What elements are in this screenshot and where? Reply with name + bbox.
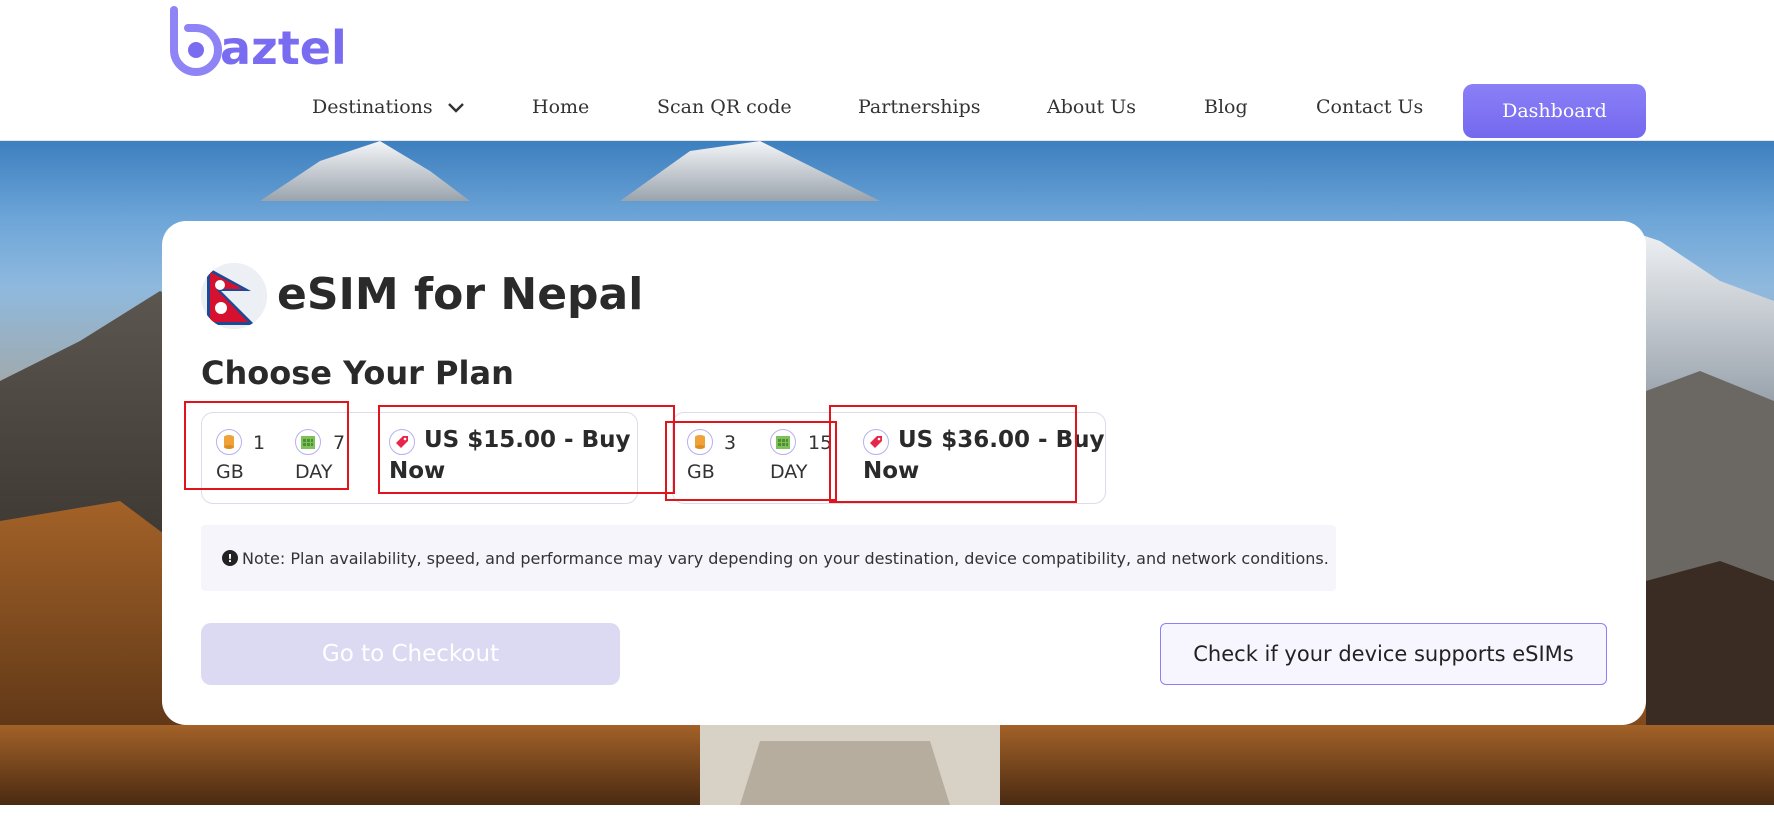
- price-tag-icon: [389, 429, 415, 455]
- plan-2-buy-now: Now: [863, 458, 920, 484]
- chevron-down-icon: [447, 97, 465, 119]
- plan-note-text: Note: Plan availability, speed, and perf…: [242, 548, 1329, 568]
- nav-destinations[interactable]: Destinations: [312, 96, 465, 119]
- main-nav: Destinations Home Scan QR code Partnersh…: [0, 84, 1774, 138]
- nav-home[interactable]: Home: [532, 96, 589, 118]
- nav-about-us[interactable]: About Us: [1047, 96, 1136, 118]
- site-header: aztel Destinations Home Scan QR code Par…: [0, 0, 1774, 141]
- data-icon: [687, 429, 713, 455]
- plan-1-data-value: 1: [253, 432, 266, 454]
- plan-option-2[interactable]: 3 GB 15 DAY US $36.00 - Buy Now: [672, 412, 1106, 504]
- brand-logo[interactable]: aztel: [168, 4, 347, 76]
- plan-card: eSIM for Nepal Choose Your Plan 1 GB 7 D…: [162, 221, 1646, 725]
- calendar-icon: [295, 429, 321, 455]
- plan-1-days-value: 7: [333, 432, 346, 454]
- plan-1-price: US $15.00 - Buy: [424, 427, 631, 453]
- exclamation-circle-icon: !: [222, 550, 238, 566]
- nepal-flag-icon: [201, 263, 267, 329]
- price-tag-icon: [863, 429, 889, 455]
- dashboard-button[interactable]: Dashboard: [1463, 84, 1646, 138]
- plan-2-days-value: 15: [808, 432, 833, 454]
- plan-1-data-unit: GB: [216, 461, 244, 483]
- brand-name: aztel: [220, 21, 347, 75]
- nav-scan-qr[interactable]: Scan QR code: [657, 96, 792, 118]
- plan-2-days-unit: DAY: [770, 461, 808, 483]
- page-title: eSIM for Nepal: [277, 269, 644, 320]
- nav-blog[interactable]: Blog: [1204, 96, 1248, 118]
- page-bottom-strip: [0, 805, 1774, 838]
- nav-partnerships[interactable]: Partnerships: [858, 96, 981, 118]
- plan-2-data-unit: GB: [687, 461, 715, 483]
- choose-plan-heading: Choose Your Plan: [201, 354, 514, 392]
- check-device-esim-button[interactable]: Check if your device supports eSIMs: [1160, 623, 1607, 685]
- nav-destinations-label: Destinations: [312, 96, 433, 118]
- data-icon: [216, 429, 242, 455]
- go-to-checkout-button[interactable]: Go to Checkout: [201, 623, 620, 685]
- plan-1-days-unit: DAY: [295, 461, 333, 483]
- plan-note: ! Note: Plan availability, speed, and pe…: [201, 525, 1336, 591]
- plan-2-price: US $36.00 - Buy: [898, 427, 1105, 453]
- plan-1-buy-now: Now: [389, 458, 446, 484]
- nav-contact-us[interactable]: Contact Us: [1316, 96, 1423, 118]
- plan-2-data-value: 3: [724, 432, 737, 454]
- calendar-icon: [770, 429, 796, 455]
- brand-logo-mark: [170, 6, 222, 76]
- plan-option-1[interactable]: 1 GB 7 DAY US $15.00 - Buy Now: [201, 412, 638, 504]
